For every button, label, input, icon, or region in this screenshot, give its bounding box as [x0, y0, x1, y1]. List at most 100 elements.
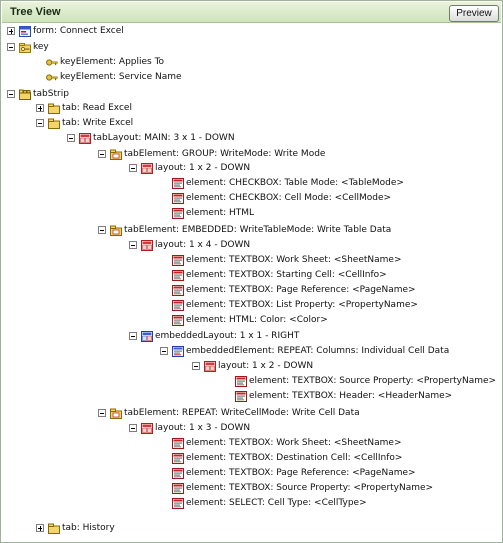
embedded-element-icon	[172, 345, 184, 357]
tree-node-tabelement-embedded-writetablemode-write-table-d[interactable]: tabElement: EMBEDDED: WriteTableMode: Wr…	[98, 223, 391, 237]
tree-node-element-html-color-color[interactable]: element: HTML: Color: <Color>	[160, 313, 328, 327]
expand-icon[interactable]	[36, 524, 44, 532]
collapse-icon[interactable]	[129, 241, 137, 249]
collapse-icon[interactable]	[67, 134, 75, 142]
tree-node-element-html[interactable]: element: HTML	[160, 206, 254, 220]
collapse-icon[interactable]	[192, 362, 200, 370]
collapse-icon[interactable]	[98, 150, 106, 158]
tabstrip-icon	[19, 89, 31, 100]
element-icon	[235, 375, 247, 387]
key-folder-icon	[19, 42, 31, 53]
element-icon	[172, 269, 184, 281]
tree-node-label: keyElement: Service Name	[60, 72, 182, 82]
key-icon	[46, 57, 58, 68]
tree-node-element-checkbox-table-mode-tablemode[interactable]: element: CHECKBOX: Table Mode: <TableMod…	[160, 176, 404, 190]
tree-node-embeddedelement-repeat-columns-individual-cell-d[interactable]: embeddedElement: REPEAT: Columns: Indivi…	[160, 344, 449, 358]
tree-node-label: element: TEXTBOX: Source Property: <Prop…	[249, 376, 497, 386]
tree-node-label: layout: 1 x 4 - DOWN	[155, 240, 251, 250]
collapse-icon[interactable]	[7, 43, 15, 51]
tree-node-label: element: TEXTBOX: Work Sheet: <SheetName…	[186, 255, 402, 265]
tree-node-tabelement-group-writemode-write-mode[interactable]: tabElement: GROUP: WriteMode: Write Mode	[98, 147, 325, 161]
collapse-icon[interactable]	[129, 164, 137, 172]
tree-node-key[interactable]: key	[7, 40, 49, 54]
element-icon	[172, 254, 184, 266]
tree-node-label: element: TEXTBOX: Header: <HeaderName>	[249, 391, 453, 401]
tab-element-icon	[110, 149, 122, 160]
element-icon	[172, 177, 184, 189]
element-icon	[172, 482, 184, 494]
tree-node-label: element: CHECKBOX: Table Mode: <TableMod…	[186, 178, 404, 188]
tree-node-element-textbox-work-sheet-sheetname[interactable]: element: TEXTBOX: Work Sheet: <SheetName…	[160, 253, 402, 267]
tree-node-tab-read-excel[interactable]: tab: Read Excel	[36, 101, 132, 115]
tree-node-label: tab: Write Excel	[62, 118, 134, 128]
tree-node-label: element: TEXTBOX: Starting Cell: <CellIn…	[186, 270, 387, 280]
tree-node-element-textbox-list-property-propertyname[interactable]: element: TEXTBOX: List Property: <Proper…	[160, 298, 418, 312]
element-icon	[172, 452, 184, 464]
tree-node-label: tab: Read Excel	[62, 103, 132, 113]
expand-icon[interactable]	[36, 104, 44, 112]
tree-node-label: element: CHECKBOX: Cell Mode: <CellMode>	[186, 193, 392, 203]
tab-element-icon	[110, 225, 122, 236]
panel-title: Tree View	[10, 6, 61, 18]
tree-node-element-textbox-destination-cell-cellinfo[interactable]: element: TEXTBOX: Destination Cell: <Cel…	[160, 451, 402, 465]
element-icon	[172, 437, 184, 449]
tree-node-label: form: Connect Excel	[33, 26, 124, 36]
collapse-icon[interactable]	[98, 409, 106, 417]
form-icon	[19, 25, 31, 37]
tree-node-label: tab: History	[62, 523, 115, 533]
tree-node-label: tabLayout: MAIN: 3 x 1 - DOWN	[93, 133, 235, 143]
tab-icon	[48, 103, 60, 114]
tree-node-layout-1-x-3-down[interactable]: layout: 1 x 3 - DOWN	[129, 421, 250, 435]
tree-node-label: keyElement: Applies To	[60, 57, 165, 67]
tree-node-tabelement-repeat-writecellmode-write-cell-data[interactable]: tabElement: REPEAT: WriteCellMode: Write…	[98, 406, 360, 420]
tree-node-element-textbox-work-sheet-sheetname[interactable]: element: TEXTBOX: Work Sheet: <SheetName…	[160, 436, 402, 450]
tree-node-element-textbox-starting-cell-cellinfo[interactable]: element: TEXTBOX: Starting Cell: <CellIn…	[160, 268, 387, 282]
tree-node-layout-1-x-4-down[interactable]: layout: 1 x 4 - DOWN	[129, 238, 250, 252]
element-icon	[172, 284, 184, 296]
layout-icon	[141, 422, 153, 434]
layout-icon	[79, 132, 91, 144]
tree-node-label: element: TEXTBOX: Source Property: <Prop…	[186, 483, 434, 493]
tree-node-tabstrip[interactable]: tabStrip	[7, 87, 69, 101]
tree-node-element-textbox-source-property-propertyname[interactable]: element: TEXTBOX: Source Property: <Prop…	[160, 481, 433, 495]
tree-node-label: element: HTML: Color: <Color>	[186, 315, 328, 325]
tree-node-tab-write-excel[interactable]: tab: Write Excel	[36, 116, 133, 130]
element-icon	[235, 390, 247, 402]
tree-view-panel: Tree View Preview form: Connect Excel key…	[0, 0, 503, 543]
expand-icon[interactable]	[7, 27, 15, 35]
tab-icon	[48, 118, 60, 129]
tab-icon	[48, 523, 60, 534]
tree-node-layout-1-x-2-down[interactable]: layout: 1 x 2 - DOWN	[129, 161, 250, 175]
element-icon	[172, 467, 184, 479]
collapse-icon[interactable]	[129, 424, 137, 432]
tree-node-tablayout-main-3-x-1-down[interactable]: tabLayout: MAIN: 3 x 1 - DOWN	[67, 131, 235, 145]
tree-node-keyelement-applies-to[interactable]: keyElement: Applies To	[34, 55, 164, 69]
tree-node-label: tabElement: GROUP: WriteMode: Write Mode	[124, 149, 326, 159]
tree-node-form-connect-excel[interactable]: form: Connect Excel	[7, 24, 124, 38]
tree-node-keyelement-service-name[interactable]: keyElement: Service Name	[34, 70, 182, 84]
element-icon	[172, 314, 184, 326]
tree-node-tab-history[interactable]: tab: History	[36, 521, 115, 535]
tree-node-layout-1-x-2-down[interactable]: layout: 1 x 2 - DOWN	[192, 359, 313, 373]
tree-node-label: element: TEXTBOX: Page Reference: <PageN…	[186, 468, 416, 478]
tree-node-label: layout: 1 x 2 - DOWN	[155, 163, 251, 173]
tree-node-embeddedlayout-1-x-1-right[interactable]: embeddedLayout: 1 x 1 - RIGHT	[129, 329, 299, 343]
tree-node-element-textbox-page-reference-pagename[interactable]: element: TEXTBOX: Page Reference: <PageN…	[160, 283, 416, 297]
tree-node-element-select-cell-type-celltype[interactable]: element: SELECT: Cell Type: <CellType>	[160, 496, 367, 510]
collapse-icon[interactable]	[129, 332, 137, 340]
tree-node-label: key	[33, 42, 49, 52]
panel-header: Tree View Preview	[2, 2, 501, 23]
collapse-icon[interactable]	[7, 90, 15, 98]
tree-node-element-textbox-header-headername[interactable]: element: TEXTBOX: Header: <HeaderName>	[223, 389, 452, 403]
collapse-icon[interactable]	[98, 226, 106, 234]
collapse-icon[interactable]	[160, 347, 168, 355]
tab-element-icon	[110, 408, 122, 419]
tree-node-label: element: TEXTBOX: Work Sheet: <SheetName…	[186, 438, 402, 448]
tree-node-element-checkbox-cell-mode-cellmode[interactable]: element: CHECKBOX: Cell Mode: <CellMode>	[160, 191, 391, 205]
collapse-icon[interactable]	[36, 119, 44, 127]
tree-node-element-textbox-page-reference-pagename[interactable]: element: TEXTBOX: Page Reference: <PageN…	[160, 466, 416, 480]
element-icon	[172, 207, 184, 219]
tree-node-element-textbox-source-property-propertyname[interactable]: element: TEXTBOX: Source Property: <Prop…	[223, 374, 496, 388]
layout-icon	[204, 360, 216, 372]
preview-button[interactable]: Preview	[449, 5, 499, 22]
